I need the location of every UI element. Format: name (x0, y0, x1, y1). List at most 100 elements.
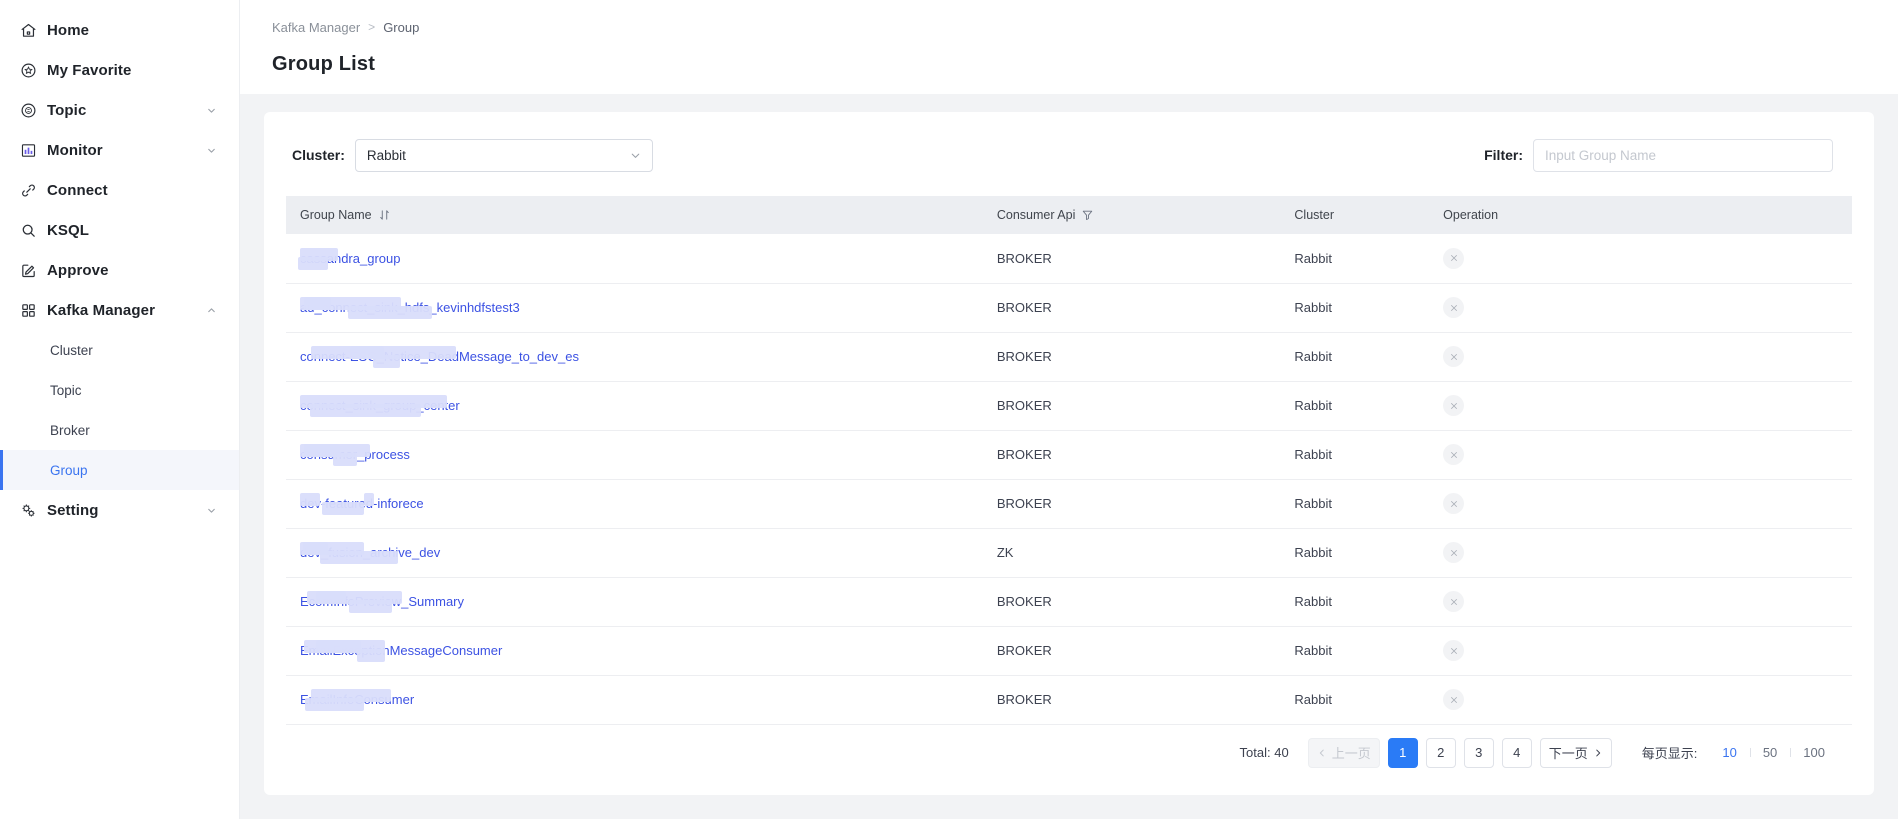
group-name-link[interactable]: cassandra_group (300, 251, 400, 266)
sidebar-item-label: KSQL (47, 222, 89, 239)
link-icon (18, 180, 38, 200)
breadcrumb-separator-icon: > (368, 20, 375, 34)
sidebar-item-my-favorite[interactable]: My Favorite (0, 50, 239, 90)
per-page-option-10[interactable]: 10 (1709, 745, 1749, 760)
column-header-consumer-api[interactable]: Consumer Api (983, 196, 1281, 234)
per-page-option-50[interactable]: 50 (1750, 745, 1790, 760)
home-icon (18, 20, 38, 40)
cluster-select[interactable]: Rabbit (355, 139, 653, 172)
delete-icon[interactable] (1443, 297, 1464, 318)
sidebar-item-label: Home (47, 22, 89, 39)
redaction-overlay (300, 493, 320, 506)
page-button-2[interactable]: 2 (1426, 738, 1456, 768)
delete-icon[interactable] (1443, 346, 1464, 367)
cell-consumer-api: BROKER (983, 577, 1281, 626)
page-number: 4 (1513, 745, 1520, 760)
page-button-1[interactable]: 1 (1388, 738, 1418, 768)
sidebar-item-home[interactable]: Home (0, 10, 239, 50)
page-button-3[interactable]: 3 (1464, 738, 1494, 768)
gears-icon (18, 500, 38, 520)
cell-cluster: Rabbit (1280, 283, 1429, 332)
redaction-overlay (300, 248, 338, 261)
group-name-link[interactable]: connect-ESC_Notice_DeadMessage_to_dev_es (300, 349, 579, 364)
delete-icon[interactable] (1443, 689, 1464, 710)
group-name-link[interactable]: EmailInfoConsumer (300, 692, 414, 707)
cell-operation (1429, 234, 1852, 283)
group-name-link[interactable]: dev-featured-inforece (300, 496, 424, 511)
cell-group-name: connect-ESC_Notice_DeadMessage_to_dev_es (286, 332, 983, 381)
delete-icon[interactable] (1443, 542, 1464, 563)
redaction-overlay (300, 297, 401, 310)
sidebar-item-cluster[interactable]: Cluster (0, 330, 239, 370)
sidebar-subitem-label: Topic (50, 383, 82, 398)
page-button-4[interactable]: 4 (1502, 738, 1532, 768)
cell-cluster: Rabbit (1280, 626, 1429, 675)
sidebar-item-monitor[interactable]: Monitor (0, 130, 239, 170)
cell-cluster: Rabbit (1280, 381, 1429, 430)
sidebar-item-topic-sub[interactable]: Topic (0, 370, 239, 410)
redaction-overlay (348, 306, 431, 319)
cell-operation (1429, 675, 1852, 724)
delete-icon[interactable] (1443, 640, 1464, 661)
prev-page-button[interactable]: 上一页 (1308, 738, 1380, 768)
sidebar-item-connect[interactable]: Connect (0, 170, 239, 210)
cell-cluster: Rabbit (1280, 577, 1429, 626)
topic-circle-icon (18, 100, 38, 120)
group-name-link[interactable]: EmailExceptionMessageConsumer (300, 643, 502, 658)
group-name-link[interactable]: consumer_process (300, 447, 410, 462)
next-page-button[interactable]: 下一页 (1540, 738, 1612, 768)
delete-icon[interactable] (1443, 395, 1464, 416)
delete-icon[interactable] (1443, 591, 1464, 612)
cluster-label: Cluster: (292, 147, 345, 163)
redaction-overlay (364, 493, 374, 506)
group-name-link[interactable]: connect_sink_group_center (300, 398, 460, 413)
app-root: Home My Favorite Topic Monitor (0, 0, 1898, 819)
prev-page-label: 上一页 (1332, 743, 1371, 762)
group-name-link[interactable]: au_connect_sink_hdfs_kevinhdfstest3 (300, 300, 520, 315)
chevron-down-icon[interactable] (205, 144, 217, 156)
redaction-overlay (307, 591, 402, 604)
group-name-filter-input[interactable] (1533, 139, 1833, 172)
group-list-card: Cluster: Rabbit Filter: (264, 112, 1874, 795)
sidebar-item-label: Kafka Manager (47, 302, 155, 319)
cell-group-name: au_connect_sink_hdfs_kevinhdfstest3 (286, 283, 983, 332)
table-row: EmailExceptionMessageConsumerBROKERRabbi… (286, 626, 1852, 675)
cell-cluster: Rabbit (1280, 675, 1429, 724)
sidebar-item-approve[interactable]: Approve (0, 250, 239, 290)
per-page-option-100[interactable]: 100 (1790, 745, 1838, 760)
column-header-group-name[interactable]: Group Name (286, 196, 983, 234)
filter-funnel-icon[interactable] (1082, 209, 1093, 221)
chevron-up-icon[interactable] (205, 304, 217, 316)
group-name-link[interactable]: dev_fusion_archive_dev (300, 545, 440, 560)
delete-icon[interactable] (1443, 493, 1464, 514)
cell-group-name: cassandra_group (286, 234, 983, 283)
sidebar-item-label: Monitor (47, 142, 103, 159)
sidebar-item-setting[interactable]: Setting (0, 490, 239, 530)
cell-consumer-api: BROKER (983, 283, 1281, 332)
sidebar-item-topic[interactable]: Topic (0, 90, 239, 130)
breadcrumb-current: Group (383, 20, 419, 35)
chevron-left-icon (1317, 748, 1327, 758)
breadcrumb-parent[interactable]: Kafka Manager (272, 20, 360, 35)
redaction-overlay (305, 698, 364, 711)
redaction-overlay (303, 542, 365, 555)
chevron-down-icon (629, 149, 642, 162)
cell-operation (1429, 528, 1852, 577)
per-page-selector: 每页显示: 10 50 100 (1642, 743, 1838, 762)
group-table-head: Group Name Consumer Api (286, 196, 1852, 234)
cell-group-name: EmailInfoConsumer (286, 675, 983, 724)
sidebar-item-group[interactable]: Group (0, 450, 239, 490)
group-name-link[interactable]: EcomInfoPreview_Summary (300, 594, 464, 609)
cell-operation (1429, 283, 1852, 332)
sidebar-item-kafka-manager[interactable]: Kafka Manager (0, 290, 239, 330)
delete-icon[interactable] (1443, 444, 1464, 465)
next-page-label: 下一页 (1549, 743, 1588, 762)
sidebar-item-broker[interactable]: Broker (0, 410, 239, 450)
chevron-down-icon[interactable] (205, 104, 217, 116)
sort-icon[interactable] (379, 209, 390, 221)
delete-icon[interactable] (1443, 248, 1464, 269)
sidebar-subitem-label: Broker (50, 423, 90, 438)
cell-group-name: EmailExceptionMessageConsumer (286, 626, 983, 675)
chevron-down-icon[interactable] (205, 504, 217, 516)
sidebar-item-ksql[interactable]: KSQL (0, 210, 239, 250)
